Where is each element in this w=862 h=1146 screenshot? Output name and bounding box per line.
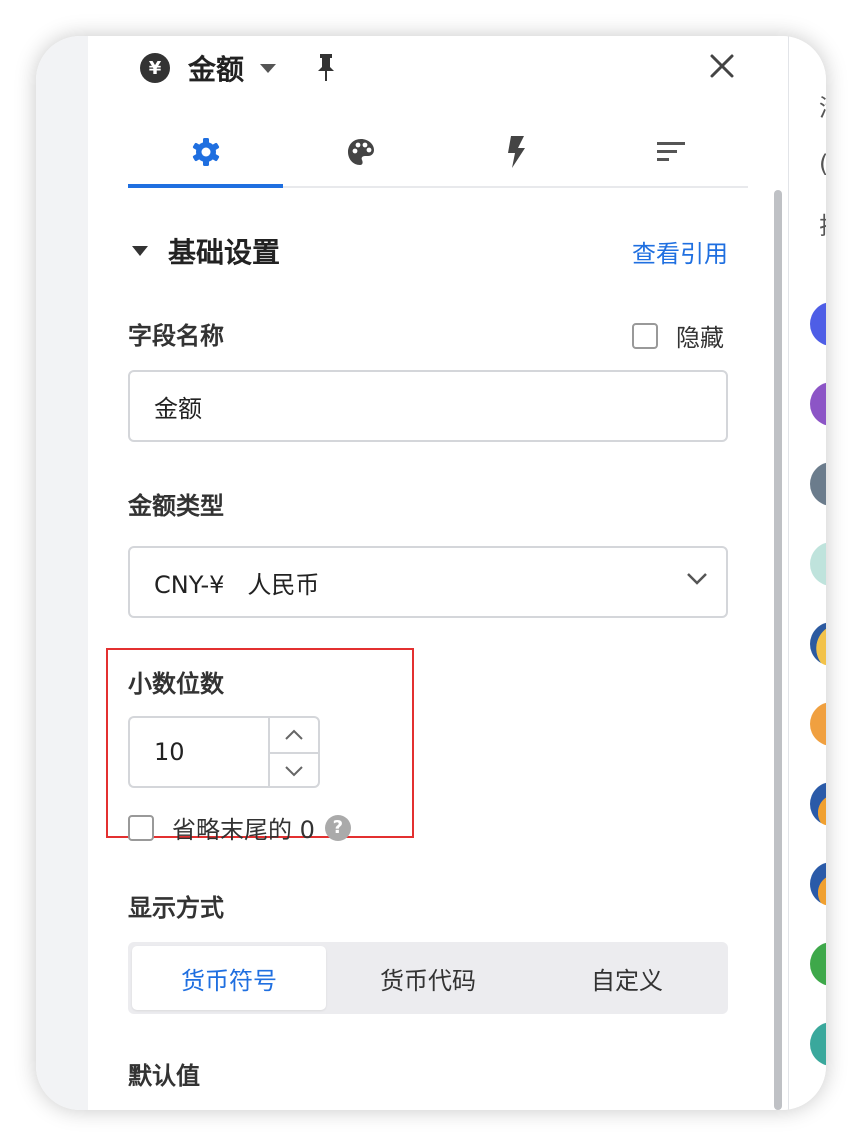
omit-trailing-zero-toggle[interactable]: 省略末尾的 0 ? [128, 810, 351, 845]
field-name-input[interactable]: 金额 [128, 370, 728, 442]
avatar[interactable] [810, 942, 826, 986]
amount-type-value: CNY-¥ 人民币 [154, 570, 320, 599]
avatar[interactable] [810, 302, 826, 346]
help-icon[interactable]: ? [324, 814, 351, 841]
field-settings-panel: ¥ 金额 基础设置 查看引用 字段名称 隐藏 金额 金额类型 CNY-¥ 人民币… [88, 36, 788, 1110]
display-mode-segmented-control: 货币符号 货币代码 自定义 [128, 942, 728, 1014]
right-fragment-1: 清 [819, 88, 826, 123]
right-fragment-2: ( [819, 150, 826, 178]
tab-sort[interactable] [593, 118, 748, 186]
omit-trailing-zero-checkbox[interactable] [128, 814, 154, 841]
section-header[interactable]: 基础设置 查看引用 [128, 226, 728, 276]
window-card: 清 ( 排 ¥ 金额 [36, 36, 826, 1110]
avatar[interactable] [810, 462, 826, 506]
chevron-up-icon [285, 729, 303, 740]
hide-toggle[interactable]: 隐藏 [632, 318, 724, 353]
avatar[interactable] [810, 622, 826, 666]
sort-lines-icon [656, 142, 685, 161]
scrollbar-thumb[interactable] [774, 190, 782, 1110]
display-mode-option-currency-symbol[interactable]: 货币符号 [132, 946, 326, 1010]
amount-type-select[interactable]: CNY-¥ 人民币 [128, 546, 728, 618]
gear-icon [192, 138, 219, 166]
increment-button[interactable] [270, 718, 318, 754]
right-fragment-3: 排 [819, 206, 826, 241]
panel-header: ¥ 金额 [140, 44, 338, 92]
avatar[interactable] [810, 862, 826, 906]
default-value-label: 默认值 [128, 1062, 200, 1090]
decimal-places-input[interactable]: 10 [128, 716, 268, 788]
avatar[interactable] [810, 382, 826, 426]
left-background-strip [36, 36, 88, 1110]
decimal-places-label: 小数位数 [128, 670, 224, 698]
decimal-places-stepper [268, 716, 320, 788]
currency-icon: ¥ [140, 53, 170, 83]
display-mode-option-custom[interactable]: 自定义 [530, 946, 724, 1010]
field-name-label: 字段名称 [128, 322, 224, 350]
chevron-down-icon [285, 766, 303, 777]
avatar[interactable] [810, 702, 826, 746]
display-mode-label: 显示方式 [128, 894, 224, 922]
hide-checkbox[interactable] [632, 322, 658, 349]
close-icon[interactable] [704, 48, 740, 84]
view-references-link[interactable]: 查看引用 [632, 234, 728, 269]
avatar[interactable] [810, 542, 826, 586]
panel-title: 金额 [188, 53, 245, 86]
palette-icon [347, 139, 374, 165]
omit-trailing-zero-label: 省略末尾的 0 [172, 816, 315, 844]
collapse-caret-icon[interactable] [132, 246, 148, 256]
right-side-panel: 清 ( 排 [788, 36, 826, 1110]
amount-type-label: 金额类型 [128, 492, 224, 520]
hide-label: 隐藏 [676, 324, 724, 352]
tab-style[interactable] [283, 118, 438, 186]
avatar[interactable] [810, 1022, 826, 1066]
section-title: 基础设置 [168, 236, 281, 269]
decrement-button[interactable] [270, 754, 318, 788]
pin-icon[interactable] [314, 53, 338, 83]
chevron-down-icon [687, 573, 707, 585]
settings-tabs [128, 118, 748, 188]
avatar[interactable] [810, 782, 826, 826]
chevron-down-icon[interactable] [260, 63, 277, 73]
tab-basic[interactable] [128, 118, 283, 188]
scrollbar[interactable] [772, 190, 784, 1110]
tab-actions[interactable] [438, 118, 593, 186]
display-mode-option-currency-code[interactable]: 货币代码 [330, 946, 526, 1010]
lightning-icon [507, 136, 525, 168]
